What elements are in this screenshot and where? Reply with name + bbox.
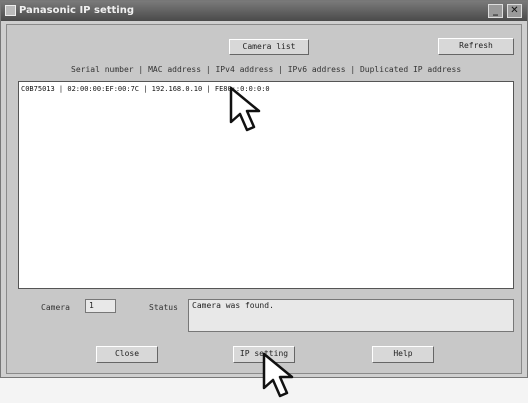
close-button[interactable]: Close — [96, 346, 158, 363]
status-label: Status — [149, 303, 178, 312]
pointer-cursor-icon — [229, 86, 261, 132]
help-button[interactable]: Help — [372, 346, 434, 363]
minimize-button[interactable]: _ — [488, 4, 503, 18]
camera-list-button[interactable]: Camera list — [229, 39, 309, 55]
status-text: Camera was found. — [192, 301, 274, 310]
pointer-cursor-icon — [262, 352, 294, 398]
refresh-button[interactable]: Refresh — [438, 38, 514, 55]
status-field: Camera was found. — [188, 299, 514, 332]
camera-count-label: Camera — [41, 303, 70, 312]
list-column-header: Serial number | MAC address | IPv4 addre… — [71, 65, 462, 74]
camera-count-field: 1 — [85, 299, 116, 313]
close-window-button[interactable]: ✕ — [507, 4, 522, 18]
ip-setting-window: Panasonic IP setting _ ✕ Camera list Ref… — [0, 0, 528, 378]
window-title: Panasonic IP setting — [19, 5, 134, 16]
app-icon — [5, 5, 16, 16]
title-bar[interactable]: Panasonic IP setting _ ✕ — [1, 1, 527, 21]
